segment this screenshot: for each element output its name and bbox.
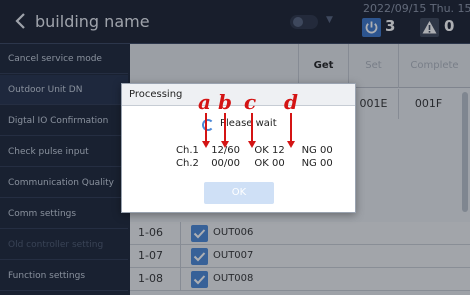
channel-name: Ch.2 [176, 158, 199, 169]
ok-button: OK [204, 182, 274, 204]
processing-dialog: Processing Please wait Ch.1 12/60 OK 12 … [121, 83, 356, 213]
annotation-arrowhead-a [202, 141, 210, 148]
channel-2-status: Ch.2 00/00 OK 00 NG 00 [176, 158, 342, 169]
channel-name: Ch.1 [176, 145, 199, 156]
annotation-arrowhead-c [248, 141, 256, 148]
annotation-arrow-d [290, 113, 292, 143]
channel-ng: NG 00 [301, 158, 333, 169]
dialog-title: Processing [122, 84, 355, 106]
annotation-c: c [244, 90, 257, 114]
annotation-arrowhead-b [221, 141, 229, 148]
channel-ok: OK 00 [254, 158, 285, 169]
wait-message: Please wait [220, 118, 277, 129]
annotation-arrow-c [251, 113, 253, 143]
annotation-d: d [284, 90, 298, 114]
annotation-arrowhead-d [287, 141, 295, 148]
channel-count: 12/60 [211, 145, 241, 156]
screen: building name ▼ 2022/09/15 Thu. 15:17 3 … [0, 0, 470, 295]
annotation-arrow-b [224, 113, 226, 143]
channel-1-status: Ch.1 12/60 OK 12 NG 00 [176, 145, 342, 156]
loading-spinner-icon [202, 119, 214, 131]
annotation-b: b [218, 90, 232, 114]
annotation-arrow-a [205, 113, 207, 143]
channel-ng: NG 00 [301, 145, 333, 156]
channel-count: 00/00 [211, 158, 241, 169]
annotation-a: a [198, 90, 211, 114]
